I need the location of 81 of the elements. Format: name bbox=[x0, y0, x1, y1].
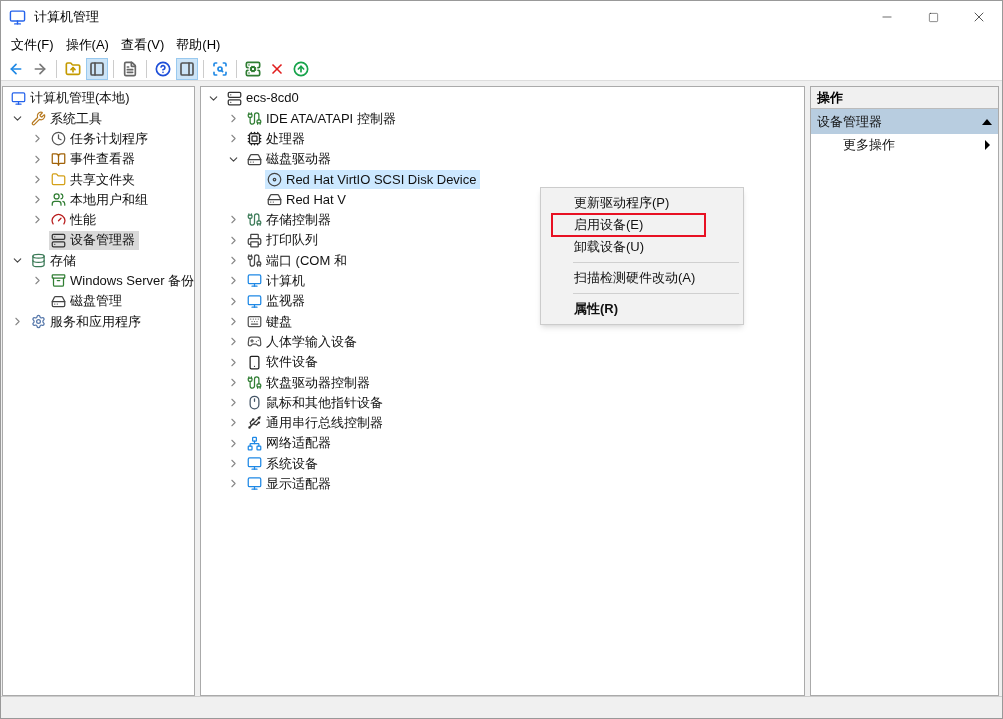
tree-item[interactable]: Windows Server 备份 bbox=[49, 271, 194, 291]
tree-item[interactable]: 打印队列 bbox=[245, 230, 322, 250]
device-icon bbox=[247, 354, 262, 370]
tree-item[interactable]: 磁盘管理 bbox=[49, 291, 126, 311]
book-icon bbox=[51, 151, 66, 167]
tree-item[interactable]: 键盘 bbox=[245, 311, 296, 331]
folder-icon bbox=[51, 171, 66, 187]
tree-item[interactable]: ecs-8cd0 bbox=[225, 88, 303, 108]
tree-item[interactable]: 存储控制器 bbox=[245, 210, 335, 230]
menu-item[interactable]: 扫描检测硬件改动(A) bbox=[541, 267, 743, 289]
menu-item[interactable]: 启用设备(E) bbox=[552, 214, 705, 236]
tree-item[interactable]: 通用串行总线控制器 bbox=[245, 413, 387, 433]
drive-icon bbox=[267, 171, 282, 187]
keyboard-icon bbox=[247, 313, 262, 329]
tree-item[interactable]: 鼠标和其他指针设备 bbox=[245, 393, 387, 413]
tree-item[interactable]: Red Hat VirtIO SCSI Disk Device bbox=[265, 169, 481, 189]
tree-item[interactable]: 服务和应用程序 bbox=[29, 311, 145, 331]
storage-icon bbox=[31, 253, 46, 268]
tree-item[interactable]: 事件查看器 bbox=[49, 149, 139, 169]
action-item[interactable]: 更多操作 bbox=[811, 134, 998, 156]
menu-item[interactable]: 更新驱动程序(P) bbox=[541, 192, 743, 214]
tree-item[interactable]: 计算机管理(本地) bbox=[9, 88, 134, 108]
usb-icon bbox=[247, 415, 262, 431]
network-icon bbox=[247, 435, 262, 451]
tree-item[interactable]: 性能 bbox=[49, 210, 100, 230]
folder-up-icon bbox=[65, 60, 81, 77]
tree-item[interactable]: 显示适配器 bbox=[245, 474, 335, 494]
tree-item[interactable]: 共享文件夹 bbox=[49, 169, 139, 189]
tree-item[interactable]: 存储 bbox=[29, 251, 80, 270]
app-icon bbox=[9, 8, 26, 26]
menu-item[interactable]: 帮助(H) bbox=[170, 35, 227, 55]
tree-item[interactable]: 磁盘驱动器 bbox=[245, 149, 335, 169]
menu-item[interactable]: 卸载设备(U) bbox=[541, 236, 743, 258]
menu-item[interactable]: 属性(R) bbox=[541, 298, 743, 320]
drive-icon bbox=[51, 293, 66, 309]
users-icon bbox=[51, 192, 66, 208]
chip-icon bbox=[247, 131, 262, 147]
tree-item[interactable]: 网络适配器 bbox=[245, 433, 335, 453]
help-icon bbox=[155, 60, 171, 77]
pane-header: 操作 bbox=[811, 87, 998, 109]
menu-item[interactable]: 操作(A) bbox=[59, 35, 115, 55]
tree-item[interactable]: 任务计划程序 bbox=[49, 129, 152, 149]
services-icon bbox=[31, 313, 46, 329]
computer-icon bbox=[11, 90, 26, 106]
section-header[interactable]: 设备管理器 bbox=[811, 109, 998, 134]
menu-item[interactable]: 查看(V) bbox=[114, 35, 171, 55]
tree-item[interactable]: 端口 (COM 和 bbox=[245, 251, 351, 270]
tree-item[interactable]: Red Hat V bbox=[265, 190, 350, 210]
collapse-icon bbox=[982, 118, 992, 125]
drive-icon bbox=[267, 192, 282, 208]
tree-item[interactable]: IDE ATA/ATAPI 控制器 bbox=[245, 108, 400, 128]
plug-icon bbox=[247, 253, 262, 268]
panel-icon bbox=[179, 60, 195, 77]
tree-item[interactable]: 本地用户和组 bbox=[49, 190, 152, 210]
toolbar-button[interactable] bbox=[86, 57, 108, 80]
toolbar-button[interactable] bbox=[176, 57, 198, 80]
panel-icon bbox=[89, 60, 105, 77]
wrench-icon bbox=[31, 110, 46, 126]
maximize-icon bbox=[927, 11, 939, 23]
tree-item[interactable]: 系统设备 bbox=[245, 454, 322, 473]
mouse-icon bbox=[247, 395, 262, 411]
clock-icon bbox=[51, 131, 66, 147]
monitor-icon bbox=[247, 476, 262, 492]
monitor-icon bbox=[247, 273, 262, 289]
tree-item[interactable]: 系统工具 bbox=[29, 108, 106, 128]
drive-icon bbox=[247, 151, 262, 167]
tree-item[interactable]: 人体学输入设备 bbox=[245, 332, 361, 352]
tree-item[interactable]: 计算机 bbox=[245, 271, 309, 291]
backup-icon bbox=[51, 273, 66, 289]
tree-item[interactable]: 处理器 bbox=[245, 129, 309, 149]
monitor-icon bbox=[247, 456, 262, 471]
document-icon bbox=[122, 60, 138, 77]
tree-item[interactable]: 软件设备 bbox=[245, 352, 322, 372]
tree-item[interactable]: 软盘驱动器控制器 bbox=[245, 372, 374, 392]
up-arrow-circle-icon bbox=[293, 60, 309, 77]
tree-item[interactable]: 设备管理器 bbox=[49, 230, 139, 250]
printer-icon bbox=[247, 232, 262, 248]
monitor-icon bbox=[247, 293, 262, 309]
window-title: 计算机管理 bbox=[34, 8, 99, 27]
menu-item[interactable]: 文件(F) bbox=[5, 35, 60, 55]
tree-item[interactable]: 监视器 bbox=[245, 291, 309, 311]
